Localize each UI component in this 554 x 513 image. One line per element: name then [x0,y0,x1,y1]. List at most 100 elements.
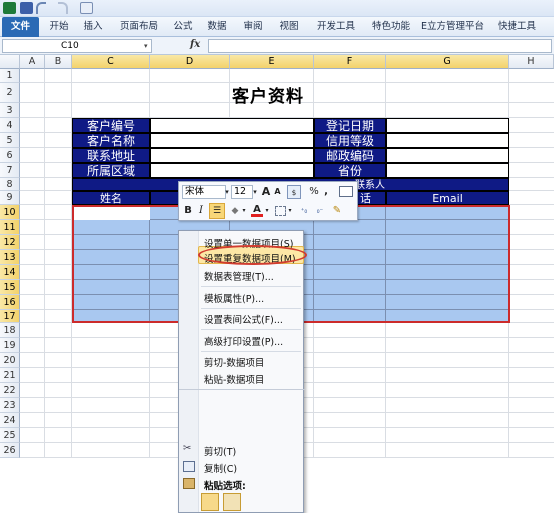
row-header[interactable]: 24 [0,413,20,428]
column-header-e[interactable]: E [230,55,314,69]
tab-data[interactable]: 数据 [205,17,229,37]
row-header[interactable]: 21 [0,368,20,383]
comma-style-button[interactable]: , [322,185,330,199]
value-customer-id[interactable] [150,118,314,133]
grow-font-button[interactable]: A [261,185,271,199]
value-contact-address[interactable] [150,148,314,163]
save-icon[interactable] [20,2,33,14]
row-header[interactable]: 7 [0,163,20,178]
value-customer-name[interactable] [150,133,314,148]
value-region[interactable] [150,163,314,178]
row-header[interactable]: 6 [0,148,20,163]
label-contact-address[interactable]: 联系地址 [72,148,150,163]
row-header[interactable]: 20 [0,353,20,368]
row-header[interactable]: 18 [0,323,20,338]
row-header[interactable]: 15 [0,280,20,295]
row-header[interactable]: 9 [0,191,20,205]
row-header[interactable]: 19 [0,338,20,353]
menu-item-set-cross-table-formula[interactable]: 设置表间公式(F)... [204,312,283,326]
format-table-icon[interactable] [339,186,353,197]
row-header[interactable]: 12 [0,235,20,250]
print-preview-icon[interactable] [80,2,93,14]
redo-icon[interactable] [58,2,68,14]
column-header-a[interactable]: A [20,55,45,69]
column-header-g[interactable]: G [386,55,509,69]
shrink-font-button[interactable]: A [273,185,282,199]
select-all-corner[interactable] [0,55,20,69]
column-header-b[interactable]: B [45,55,72,69]
row-header[interactable]: 16 [0,295,20,310]
row-header[interactable]: 5 [0,133,20,148]
tab-formulas[interactable]: 公式 [171,17,195,37]
row-header[interactable]: 4 [0,118,20,133]
bold-button[interactable]: B [182,204,194,218]
format-painter-icon[interactable]: ✎ [331,204,343,218]
row-header[interactable]: 3 [0,103,20,118]
value-province[interactable] [386,163,509,178]
font-name-dropdown-icon[interactable]: ▾ [223,185,231,199]
row-header[interactable]: 17 [0,310,20,323]
paste-option-values-icon[interactable] [223,493,241,511]
row-header[interactable]: 25 [0,428,20,443]
borders-icon[interactable] [275,206,286,216]
tab-quick-tools[interactable]: 快捷工具 [494,17,540,37]
row-header[interactable]: 22 [0,383,20,398]
font-size-box[interactable]: 12 [231,185,253,199]
font-color-button[interactable]: A [251,203,263,217]
menu-item-cut[interactable]: 剪切(T) [204,444,236,458]
insert-function-icon[interactable]: fx [190,39,200,50]
menu-item-advanced-print-settings[interactable]: 高级打印设置(P)... [204,334,283,348]
font-size-dropdown-icon[interactable]: ▾ [251,185,259,199]
increase-decimal-icon[interactable]: ⁺₀ [297,204,311,218]
tab-e-cube-platform[interactable]: E立方管理平台 [421,17,484,37]
value-credit-level[interactable] [386,133,509,148]
column-header-c[interactable]: C [72,55,150,69]
column-header-f[interactable]: F [314,55,386,69]
decrease-decimal-icon[interactable]: ₀⁻ [313,204,327,218]
row-header[interactable]: 26 [0,443,20,458]
fill-color-dropdown-icon[interactable]: ▾ [241,204,247,218]
font-color-dropdown-icon[interactable]: ▾ [264,204,270,218]
percent-style-button[interactable]: % [309,185,319,199]
row-header[interactable]: 11 [0,220,20,235]
tab-special-features[interactable]: 特色功能 [368,17,414,37]
row-header[interactable]: 10 [0,205,20,220]
row-header[interactable]: 23 [0,398,20,413]
column-header-d[interactable]: D [150,55,230,69]
tab-home[interactable]: 开始 [46,17,72,37]
label-customer-name[interactable]: 客户名称 [72,133,150,148]
borders-dropdown-icon[interactable]: ▾ [287,204,293,218]
worksheet-grid[interactable]: A B C D E F G H 1 2 3 4 5 6 7 8 9 10 11 12 13 14 15 16 1… [0,55,554,513]
accounting-format-icon[interactable]: $ [287,185,301,199]
menu-item-template-properties[interactable]: 模板属性(P)... [204,291,264,305]
tab-page-layout[interactable]: 页面布局 [117,17,161,37]
label-customer-id[interactable]: 客户编号 [72,118,150,133]
row-header[interactable]: 14 [0,265,20,280]
align-center-button[interactable]: ☰ [209,203,225,219]
tab-developer[interactable]: 开发工具 [313,17,359,37]
font-name-box[interactable]: 宋体 [182,185,226,199]
label-postal-code[interactable]: 邮政编码 [314,148,386,163]
row-header[interactable]: 8 [0,178,20,191]
formula-input[interactable] [208,39,552,53]
name-box[interactable]: C10 [2,39,152,53]
column-header-h[interactable]: H [509,55,554,69]
value-postal-code[interactable] [386,148,509,163]
menu-item-data-table-management[interactable]: 数据表管理(T)... [204,269,274,283]
fill-color-icon[interactable]: ◆ [229,204,241,216]
menu-item-paste-data-item[interactable]: 粘贴-数据项目 [204,372,264,386]
header-name[interactable]: 姓名 [72,191,150,205]
row-header[interactable]: 13 [0,250,20,265]
label-region[interactable]: 所属区域 [72,163,150,178]
tab-file[interactable]: 文件 [2,17,39,37]
tab-view[interactable]: 视图 [277,17,301,37]
menu-item-copy[interactable]: 复制(C) [204,461,237,475]
undo-icon[interactable] [36,2,46,14]
italic-button[interactable]: I [196,204,206,218]
label-province[interactable]: 省份 [314,163,386,178]
tab-insert[interactable]: 插入 [80,17,106,37]
menu-item-cut-data-item[interactable]: 剪切-数据项目 [204,355,264,369]
row-header[interactable]: 1 [0,69,20,83]
label-register-date[interactable]: 登记日期 [314,118,386,133]
name-box-dropdown-icon[interactable]: ▾ [144,42,148,50]
